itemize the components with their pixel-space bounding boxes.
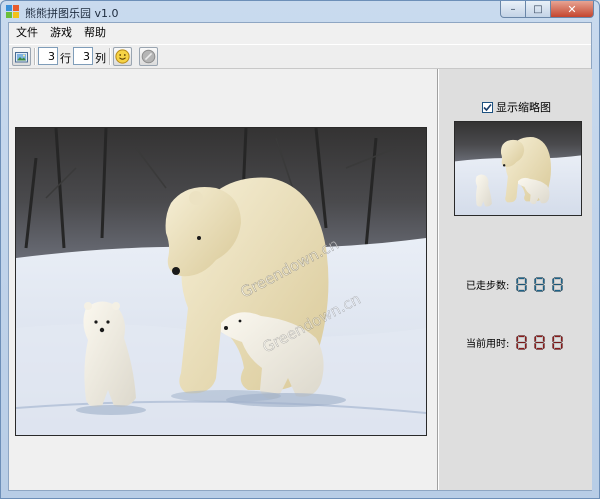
steps-digit-1 [534,277,545,292]
menu-bar: 文件 游戏 帮助 [9,23,591,43]
time-digit-2 [552,335,563,350]
app-window: 熊熊拼图乐园 v1.0 – □ ✕ 文件 游戏 帮助 3 行 3 列 Green… [0,0,600,499]
show-thumbnail-checkbox[interactable] [482,101,493,113]
polar-bear-photo: Greendown.cn Greendown.cn [16,128,426,435]
cols-input[interactable] [73,47,93,65]
polar-bear-thumbnail [455,122,581,215]
menu-file[interactable]: 文件 [10,23,44,43]
time-label: 当前用时: [466,339,510,350]
checkmark-icon [483,103,492,111]
steps-digit-2 [552,277,563,292]
disabled-circle-icon [141,49,156,64]
close-icon: ✕ [567,2,577,16]
cols-label: 列 [95,52,106,65]
menu-help[interactable]: 帮助 [78,23,112,43]
window-controls: – □ ✕ [500,1,594,19]
smiley-icon [115,49,130,64]
stop-game-button[interactable] [139,47,158,66]
time-display [516,335,570,350]
start-game-button[interactable] [113,47,132,66]
side-panel: 显示缩略图 已走步数: 当前用时: [437,69,592,490]
toolbar: 行 列 [9,44,591,69]
steps-display [516,277,570,292]
maximize-icon: □ [533,3,543,15]
steps-digit-0 [516,277,527,292]
puzzle-area: Greendown.cn Greendown.cn [9,69,436,490]
minimize-button[interactable]: – [500,1,526,18]
menu-game[interactable]: 游戏 [44,23,78,43]
puzzle-app-icon [6,5,19,18]
time-digit-1 [534,335,545,350]
show-thumbnail-option[interactable]: 显示缩略图 [482,99,551,115]
steps-counter: 已走步数: [466,277,570,292]
minimize-icon: – [510,3,516,15]
maximize-button[interactable]: □ [526,1,551,18]
title-bar[interactable]: 熊熊拼图乐园 v1.0 – □ ✕ [1,1,599,22]
close-button[interactable]: ✕ [551,1,594,18]
toolbar-separator [109,48,111,65]
steps-label: 已走步数: [466,281,510,292]
time-counter: 当前用时: [466,335,570,350]
thumbnail-preview [454,121,582,216]
show-thumbnail-label: 显示缩略图 [496,101,551,114]
picture-folder-icon [15,51,28,62]
time-digit-0 [516,335,527,350]
window-title: 熊熊拼图乐园 v1.0 [25,7,119,20]
client-area: 文件 游戏 帮助 行 列 [8,22,592,491]
puzzle-image[interactable]: Greendown.cn Greendown.cn [15,127,427,436]
toolbar-separator [34,48,36,65]
open-image-button[interactable] [12,47,31,66]
rows-input[interactable] [38,47,58,65]
rows-label: 行 [60,52,71,65]
